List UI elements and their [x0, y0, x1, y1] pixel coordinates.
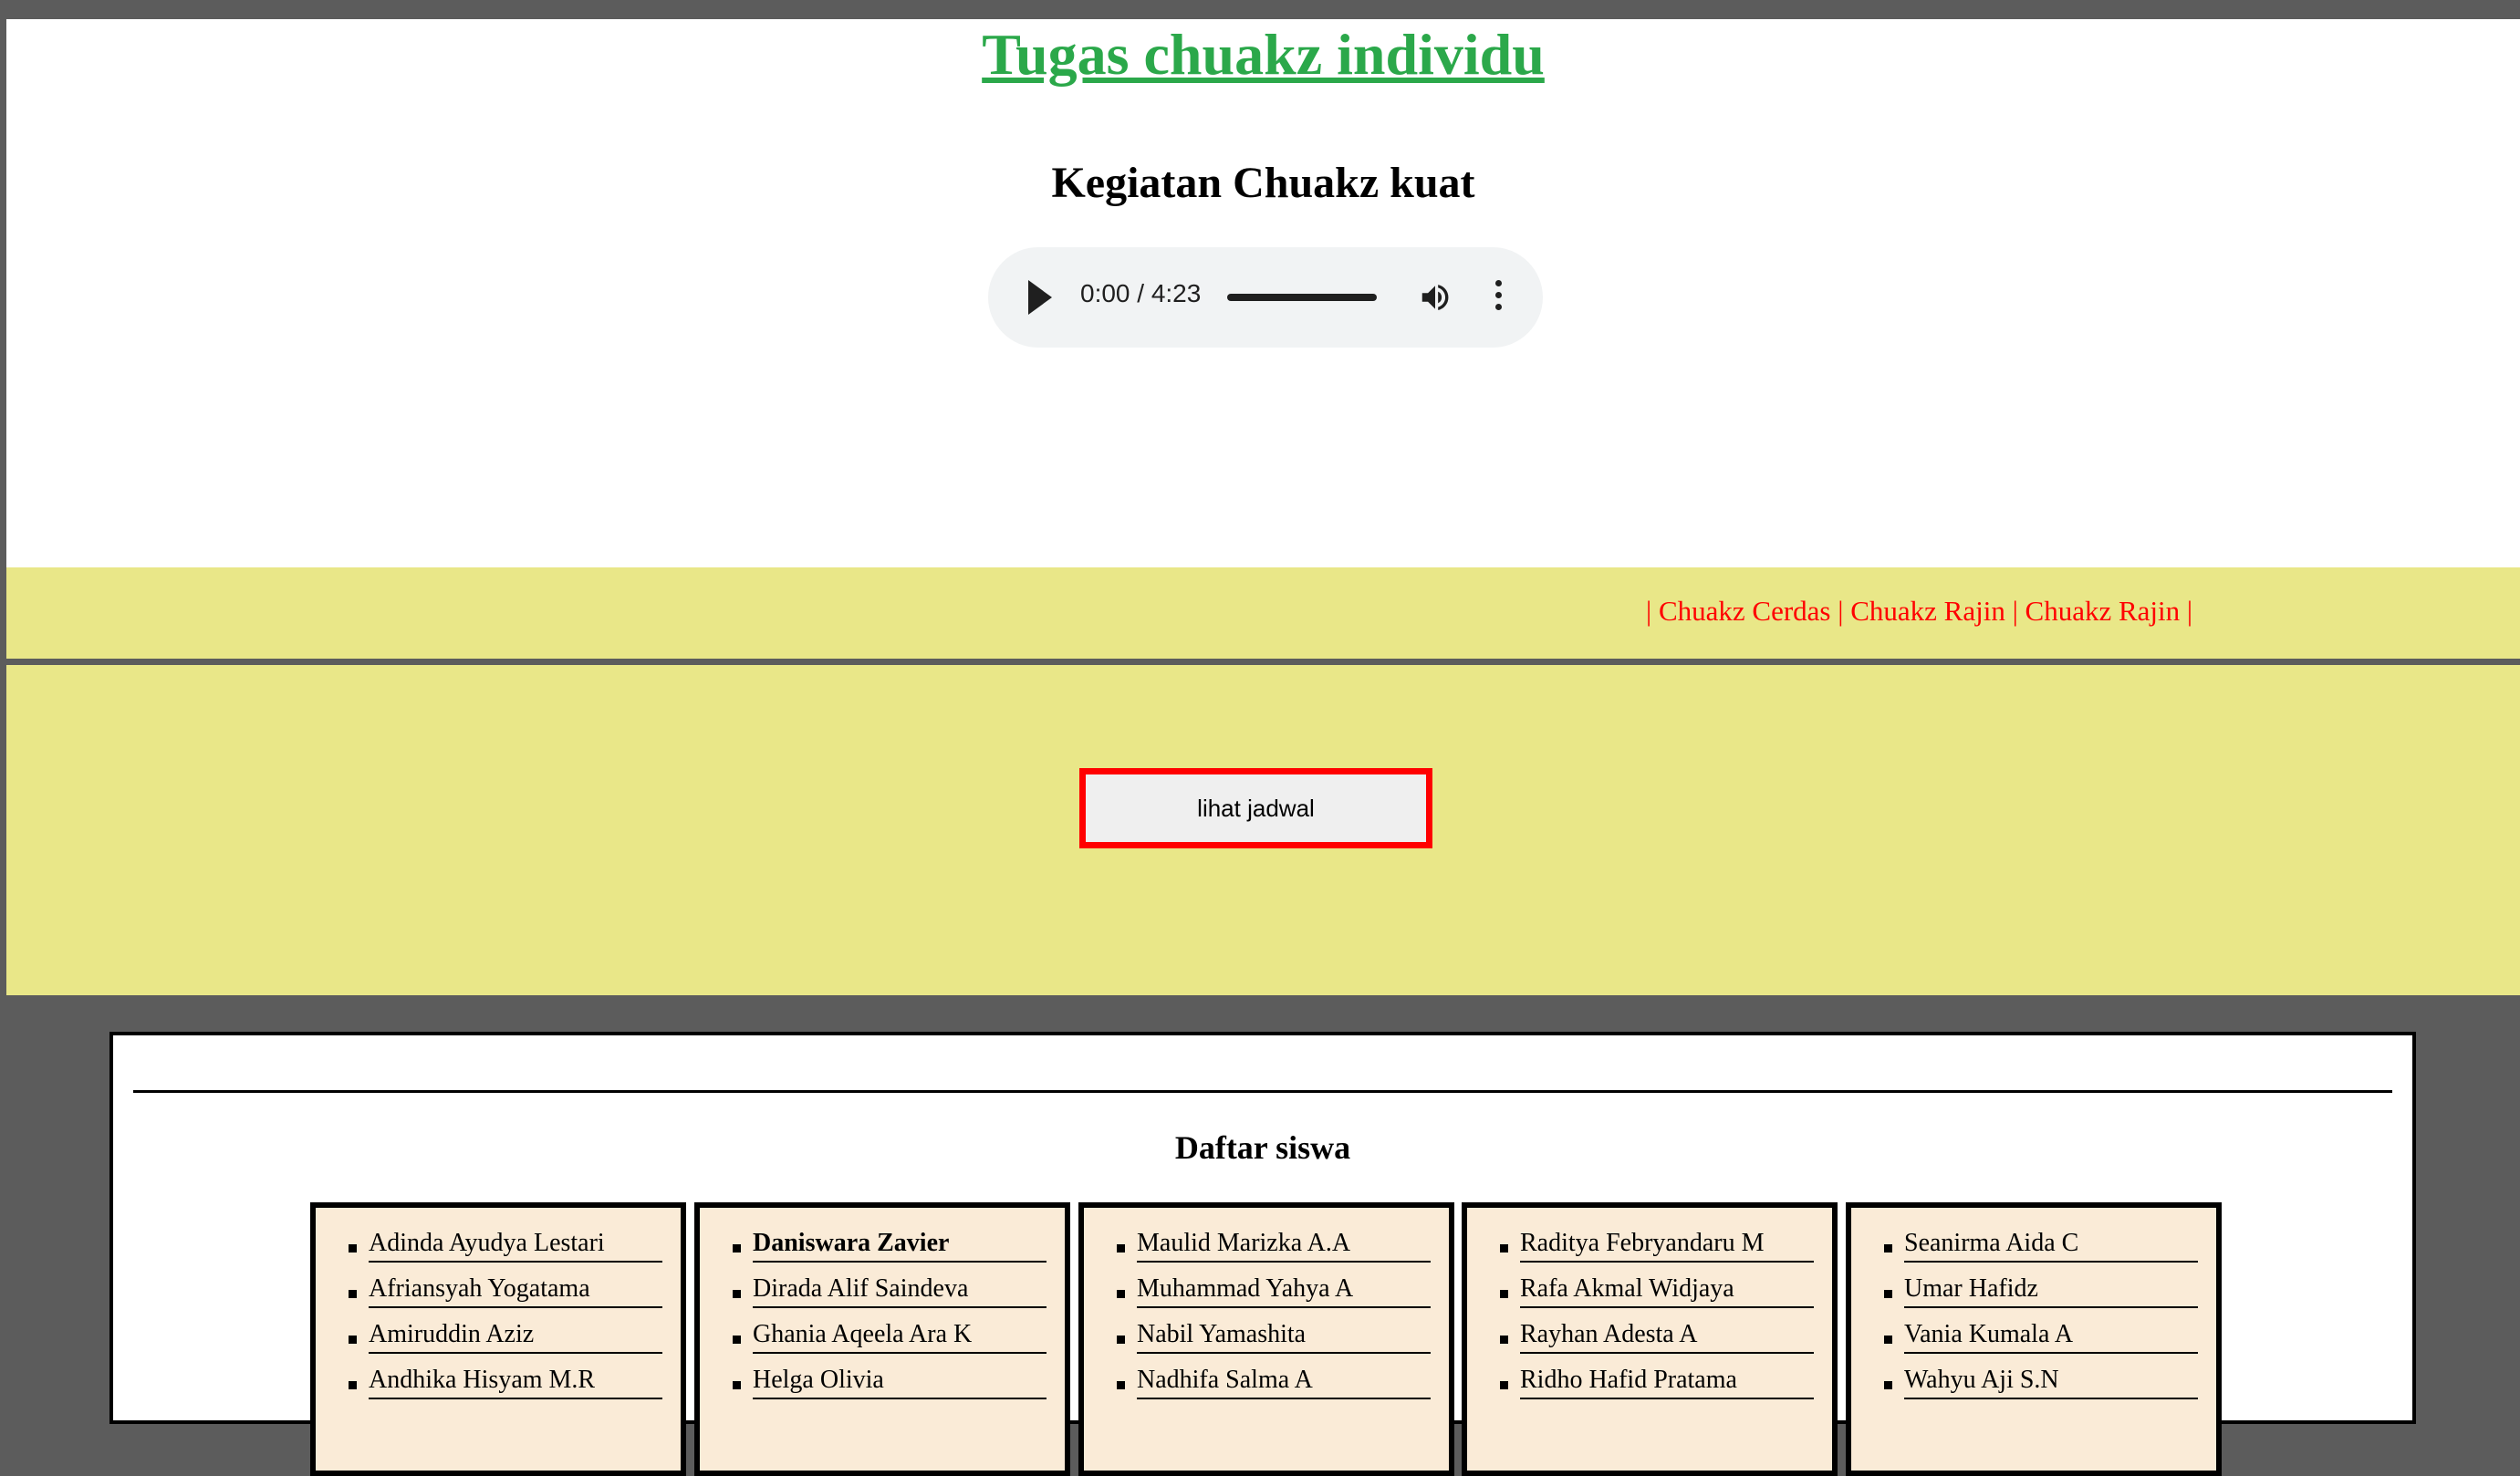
list-item: Daniswara Zavier — [700, 1226, 1065, 1272]
student-name: Maulid Marizka A.A — [1137, 1226, 1431, 1263]
list-item: Umar Hafidz — [1851, 1272, 2216, 1317]
list-item: Adinda Ayudya Lestari — [316, 1226, 681, 1272]
list-item: Vania Kumala A — [1851, 1317, 2216, 1363]
student-name: Nadhifa Salma A — [1137, 1363, 1431, 1399]
volume-icon[interactable] — [1417, 280, 1453, 315]
list-item: Nadhifa Salma A — [1084, 1363, 1449, 1408]
student-name: Umar Hafidz — [1904, 1272, 2198, 1308]
nav-link-chuakz-rajin-2[interactable]: Chuakz Rajin — [2025, 595, 2181, 627]
list-item: Amiruddin Aziz — [316, 1317, 681, 1363]
nav-link-chuakz-rajin[interactable]: Chuakz Rajin — [1850, 595, 2005, 627]
nav-links: | Chuakz Cerdas | Chuakz Rajin | Chuakz … — [1646, 595, 2192, 628]
top-bar — [0, 0, 2520, 19]
nav-separator: | — [1646, 595, 1652, 627]
student-name: Ridho Hafid Pratama — [1520, 1363, 1814, 1399]
list-item: Ghania Aqeela Ara K — [700, 1317, 1065, 1363]
student-name: Amiruddin Aziz — [369, 1317, 662, 1354]
horizontal-rule — [133, 1090, 2392, 1093]
student-name: Vania Kumala A — [1904, 1317, 2198, 1354]
audio-player[interactable]: 0:00 / 4:23 — [988, 247, 1543, 348]
list-item: Maulid Marizka A.A — [1084, 1226, 1449, 1272]
audio-time: 0:00 / 4:23 — [1080, 279, 1202, 307]
list-item: Helga Olivia — [700, 1363, 1065, 1408]
nav-separator: | — [1838, 595, 1844, 627]
page-subtitle: Kegiatan Chuakz kuat — [1051, 159, 1475, 207]
list-item: Dirada Alif Saindeva — [700, 1272, 1065, 1317]
student-name: Afriansyah Yogatama — [369, 1272, 662, 1308]
nav-link-chuakz-cerdas[interactable]: Chuakz Cerdas — [1659, 595, 1831, 627]
play-icon[interactable] — [1028, 280, 1052, 315]
list-item: Rayhan Adesta A — [1467, 1317, 1832, 1363]
student-name: Muhammad Yahya A — [1137, 1272, 1431, 1308]
student-column-5: Seanirma Aida C Umar Hafidz Vania Kumala… — [1846, 1202, 2222, 1476]
student-name: Ghania Aqeela Ara K — [753, 1317, 1047, 1354]
student-name: Seanirma Aida C — [1904, 1226, 2198, 1263]
student-column-2: Daniswara Zavier Dirada Alif Saindeva Gh… — [694, 1202, 1070, 1476]
student-name: Helga Olivia — [753, 1363, 1047, 1399]
student-list-panel: Daftar siswa Adinda Ayudya Lestari Afria… — [109, 1032, 2416, 1476]
nav-separator: | — [2012, 595, 2018, 627]
list-item: Wahyu Aji S.N — [1851, 1363, 2216, 1408]
student-name: Rayhan Adesta A — [1520, 1317, 1814, 1354]
list-item: Nabil Yamashita — [1084, 1317, 1449, 1363]
student-name: Raditya Febryandaru M — [1520, 1226, 1814, 1263]
student-list-heading: Daftar siswa — [1174, 1129, 1351, 1166]
header-section: Tugas chuakz individu Kegiatan Chuakz ku… — [6, 19, 2520, 567]
divider — [6, 659, 2520, 665]
list-item: Andhika Hisyam M.R — [316, 1363, 681, 1408]
seek-bar[interactable] — [1227, 294, 1377, 301]
list-item: Raditya Febryandaru M — [1467, 1226, 1832, 1272]
nav-separator: | — [2186, 595, 2193, 627]
list-item: Seanirma Aida C — [1851, 1226, 2216, 1272]
lihat-jadwal-button[interactable]: lihat jadwal — [1079, 768, 1432, 848]
list-item: Rafa Akmal Widjaya — [1467, 1272, 1832, 1317]
student-name: Wahyu Aji S.N — [1904, 1363, 2198, 1399]
list-item: Afriansyah Yogatama — [316, 1272, 681, 1317]
student-name: Rafa Akmal Widjaya — [1520, 1272, 1814, 1308]
student-name: Nabil Yamashita — [1137, 1317, 1431, 1354]
site-title-link[interactable]: Tugas chuakz individu — [982, 21, 1545, 88]
student-name: Daniswara Zavier — [753, 1226, 1047, 1263]
more-options-icon[interactable] — [1493, 280, 1504, 317]
list-item: Muhammad Yahya A — [1084, 1272, 1449, 1317]
student-column-4: Raditya Febryandaru M Rafa Akmal Widjaya… — [1462, 1202, 1838, 1476]
student-name: Adinda Ayudya Lestari — [369, 1226, 662, 1263]
student-name: Dirada Alif Saindeva — [753, 1272, 1047, 1308]
student-column-1: Adinda Ayudya Lestari Afriansyah Yogatam… — [310, 1202, 686, 1476]
student-name: Andhika Hisyam M.R — [369, 1363, 662, 1399]
nav-bar: | Chuakz Cerdas | Chuakz Rajin | Chuakz … — [6, 567, 2520, 659]
list-item: Ridho Hafid Pratama — [1467, 1363, 1832, 1408]
student-column-3: Maulid Marizka A.A Muhammad Yahya A Nabi… — [1078, 1202, 1454, 1476]
